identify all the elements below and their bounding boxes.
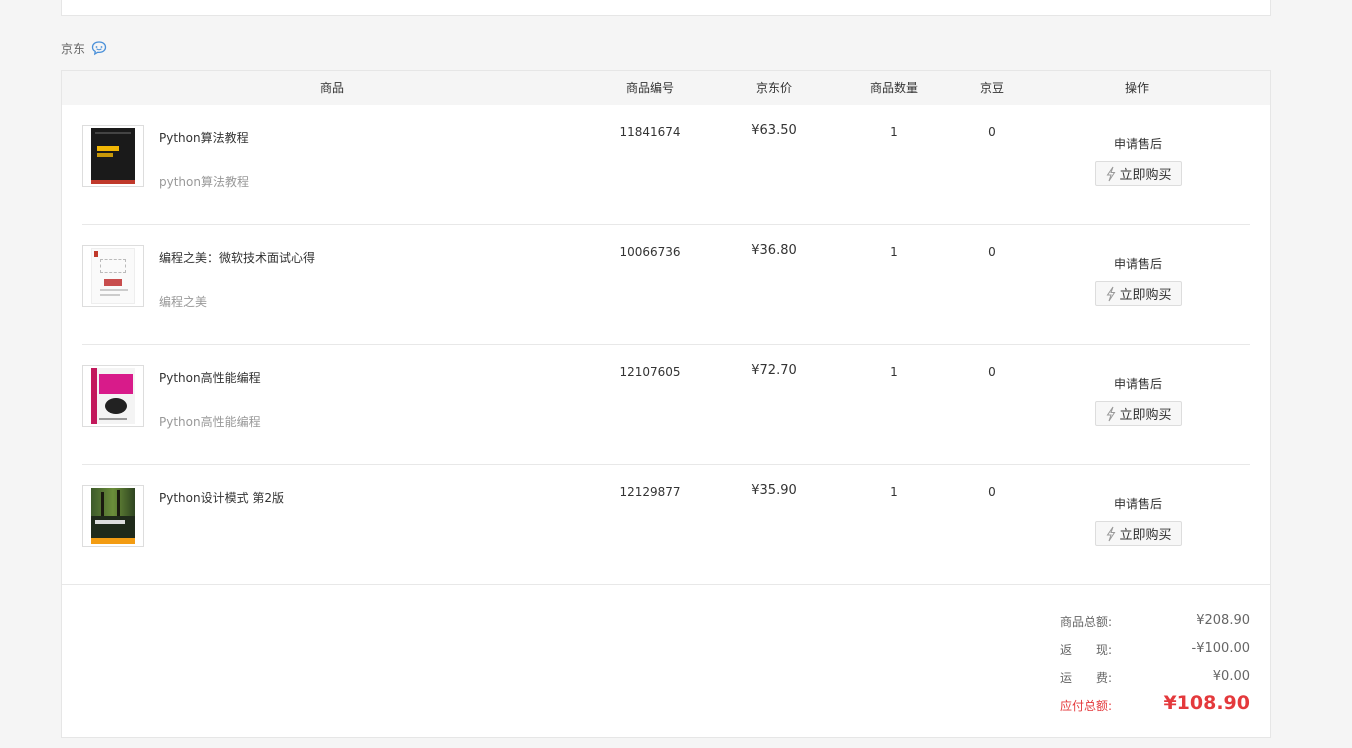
payable-label: 应付总额:: [1060, 699, 1113, 713]
product-sku: 12129877: [619, 485, 681, 499]
product-name[interactable]: 编程之美：微软技术面试心得: [159, 249, 315, 266]
lightning-icon: [1107, 286, 1116, 301]
lightning-icon: [1107, 406, 1116, 421]
buy-now-button[interactable]: 立即购买: [1095, 521, 1182, 546]
book-cover-image: [91, 128, 135, 184]
product-subtitle[interactable]: Python高性能编程: [159, 413, 261, 430]
book-cover-image: [91, 248, 135, 304]
buy-now-button[interactable]: 立即购买: [1095, 401, 1182, 426]
table-row: Python算法教程 python算法教程 11841674 ¥63.50 1 …: [82, 105, 1250, 225]
summary-payable: 应付总额: ¥108.90: [1060, 692, 1250, 717]
book-cover-image: [91, 488, 135, 544]
after-sale-link[interactable]: 申请售后: [1095, 495, 1181, 512]
buy-now-label: 立即购买: [1119, 408, 1172, 423]
cashback-label: 返 现:: [1060, 643, 1113, 657]
buy-now-button[interactable]: 立即购买: [1095, 161, 1182, 186]
after-sale-link[interactable]: 申请售后: [1095, 255, 1181, 272]
product-price: ¥72.70: [751, 363, 797, 378]
table-header: 商品 商品编号 京东价 商品数量 京豆 操作: [62, 71, 1270, 105]
book-cover-image: [91, 368, 135, 424]
order-summary: 商品总额: ¥208.90 返 现: -¥100.00 运 费: ¥0.00 应…: [62, 584, 1270, 738]
header-sku: 商品编号: [625, 81, 674, 95]
product-sku: 11841674: [619, 125, 681, 139]
product-beans: 0: [988, 125, 996, 139]
product-sku: 10066736: [619, 245, 681, 259]
shop-name[interactable]: 京东: [61, 40, 85, 57]
product-beans: 0: [988, 485, 996, 499]
buy-now-label: 立即购买: [1119, 288, 1172, 303]
product-price: ¥35.90: [751, 483, 797, 498]
buy-now-label: 立即购买: [1119, 528, 1172, 543]
buy-now-button[interactable]: 立即购买: [1095, 281, 1182, 306]
goods-total-value: ¥208.90: [1196, 613, 1250, 628]
header-qty: 商品数量: [869, 81, 918, 95]
product-qty: 1: [890, 365, 898, 379]
product-name[interactable]: Python高性能编程: [159, 369, 261, 386]
table-row: 编程之美：微软技术面试心得 编程之美 10066736 ¥36.80 1 0 申…: [82, 225, 1250, 345]
after-sale-link[interactable]: 申请售后: [1095, 375, 1181, 392]
shipping-value: ¥0.00: [1212, 669, 1250, 684]
product-thumbnail[interactable]: [82, 365, 144, 427]
product-thumbnail[interactable]: [82, 245, 144, 307]
summary-goods-total: 商品总额: ¥208.90: [1060, 613, 1250, 633]
product-beans: 0: [988, 245, 996, 259]
buy-now-label: 立即购买: [1119, 168, 1172, 183]
product-thumbnail[interactable]: [82, 125, 144, 187]
product-qty: 1: [890, 125, 898, 139]
order-table: 商品 商品编号 京东价 商品数量 京豆 操作 Python算法教程 python…: [61, 70, 1271, 738]
header-product: 商品: [319, 81, 344, 95]
header-beans: 京豆: [979, 81, 1004, 95]
summary-cashback: 返 现: -¥100.00: [1060, 641, 1250, 661]
lightning-icon: [1107, 526, 1116, 541]
after-sale-link[interactable]: 申请售后: [1095, 135, 1181, 152]
previous-order-panel: [61, 0, 1271, 16]
product-sku: 12107605: [619, 365, 681, 379]
product-subtitle[interactable]: 编程之美: [159, 293, 207, 310]
lightning-icon: [1107, 166, 1116, 181]
cashback-value: -¥100.00: [1191, 641, 1250, 656]
product-qty: 1: [890, 245, 898, 259]
chat-bubble-icon[interactable]: [91, 40, 107, 56]
summary-shipping: 运 费: ¥0.00: [1060, 669, 1250, 689]
product-price: ¥36.80: [751, 243, 797, 258]
product-beans: 0: [988, 365, 996, 379]
product-subtitle[interactable]: python算法教程: [159, 173, 249, 190]
header-action: 操作: [1124, 81, 1149, 95]
table-row: Python高性能编程 Python高性能编程 12107605 ¥72.70 …: [82, 345, 1250, 465]
product-thumbnail[interactable]: [82, 485, 144, 547]
product-price: ¥63.50: [751, 123, 797, 138]
goods-total-label: 商品总额:: [1060, 615, 1113, 629]
payable-value: ¥108.90: [1163, 692, 1250, 714]
table-row: Python设计模式 第2版 12129877 ¥35.90 1 0 申请售后 …: [82, 465, 1250, 585]
header-price: 京东价: [755, 81, 792, 95]
product-qty: 1: [890, 485, 898, 499]
product-name[interactable]: Python算法教程: [159, 129, 249, 146]
shop-header: 京东: [61, 40, 107, 56]
shipping-label: 运 费:: [1060, 671, 1113, 685]
product-name[interactable]: Python设计模式 第2版: [159, 489, 284, 506]
